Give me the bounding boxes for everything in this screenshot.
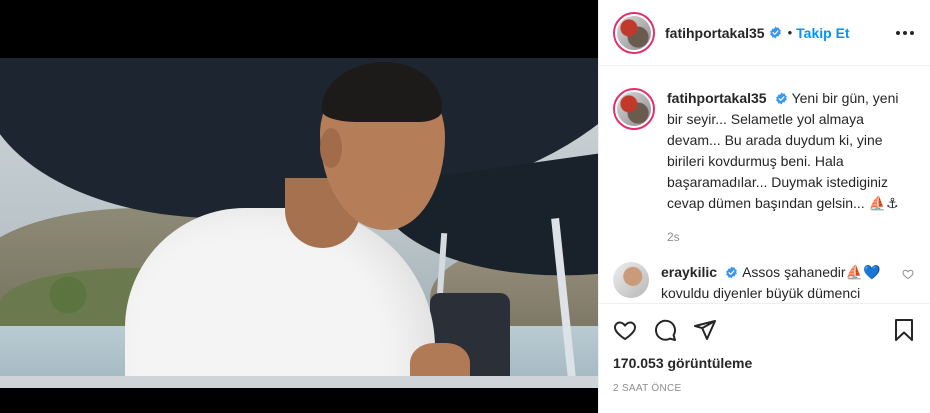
man-at-helm <box>110 58 470 388</box>
post-header: fatihportakal35 • Takip Et <box>599 0 930 66</box>
comment-text-block: eraykilic Assos şahanedir⛵💙 kovuldu diye… <box>661 262 896 303</box>
caption-username[interactable]: fatihportakal35 <box>667 90 767 106</box>
comment-like-icon[interactable] <box>902 268 914 280</box>
more-dot <box>910 30 914 35</box>
avatar-image <box>617 15 651 50</box>
caption-text: Yeni bir gün, yeni bir seyir... Selametl… <box>667 90 899 211</box>
white-shirt <box>125 208 435 388</box>
author-avatar[interactable] <box>613 11 655 54</box>
boat-rail <box>0 376 598 388</box>
separator-dot: • <box>787 25 793 40</box>
comment-body: eraykilic Assos şahanedir⛵💙 kovuldu diye… <box>661 262 896 303</box>
caption-time[interactable]: 2s <box>667 230 914 244</box>
post-sidebar: fatihportakal35 • Takip Et fatihportakal… <box>598 0 930 413</box>
avatar-image <box>617 92 651 126</box>
caption: fatihportakal35 Yeni bir gün, yeni bir s… <box>613 88 914 244</box>
share-icon[interactable] <box>693 318 717 342</box>
post-video[interactable] <box>0 0 598 413</box>
header-user: fatihportakal35 • Takip Et <box>665 25 850 41</box>
video-frame[interactable] <box>0 58 598 388</box>
heart-icon[interactable] <box>613 318 637 342</box>
verified-badge-icon <box>769 26 781 39</box>
bookmark-icon[interactable] <box>892 318 916 342</box>
post-timestamp[interactable]: 2 SAAT ÖNCE <box>599 373 930 413</box>
more-dot <box>903 30 907 35</box>
more-options-icon[interactable] <box>896 30 914 35</box>
commenter-avatar[interactable] <box>613 262 649 298</box>
comment-item: eraykilic Assos şahanedir⛵💙 kovuldu diye… <box>613 262 914 303</box>
comment-icon[interactable] <box>653 318 677 342</box>
view-count[interactable]: 170.053 görüntüleme <box>599 355 930 373</box>
follow-button[interactable]: Takip Et <box>796 25 849 41</box>
verified-badge-icon <box>775 92 787 105</box>
author-username[interactable]: fatihportakal35 <box>665 25 765 41</box>
caption-avatar[interactable] <box>613 88 655 130</box>
commenter-username[interactable]: eraykilic <box>661 264 717 280</box>
ear <box>320 128 342 168</box>
action-bar <box>599 303 930 355</box>
more-dot <box>896 30 900 35</box>
caption-body: fatihportakal35 Yeni bir gün, yeni bir s… <box>667 88 914 244</box>
avatar-image <box>613 262 649 298</box>
comments-section[interactable]: fatihportakal35 Yeni bir gün, yeni bir s… <box>599 66 930 303</box>
instagram-post: fatihportakal35 • Takip Et fatihportakal… <box>0 0 930 413</box>
verified-badge-icon <box>726 266 737 279</box>
hair <box>322 62 442 122</box>
caption-text-block: fatihportakal35 Yeni bir gün, yeni bir s… <box>667 88 914 214</box>
